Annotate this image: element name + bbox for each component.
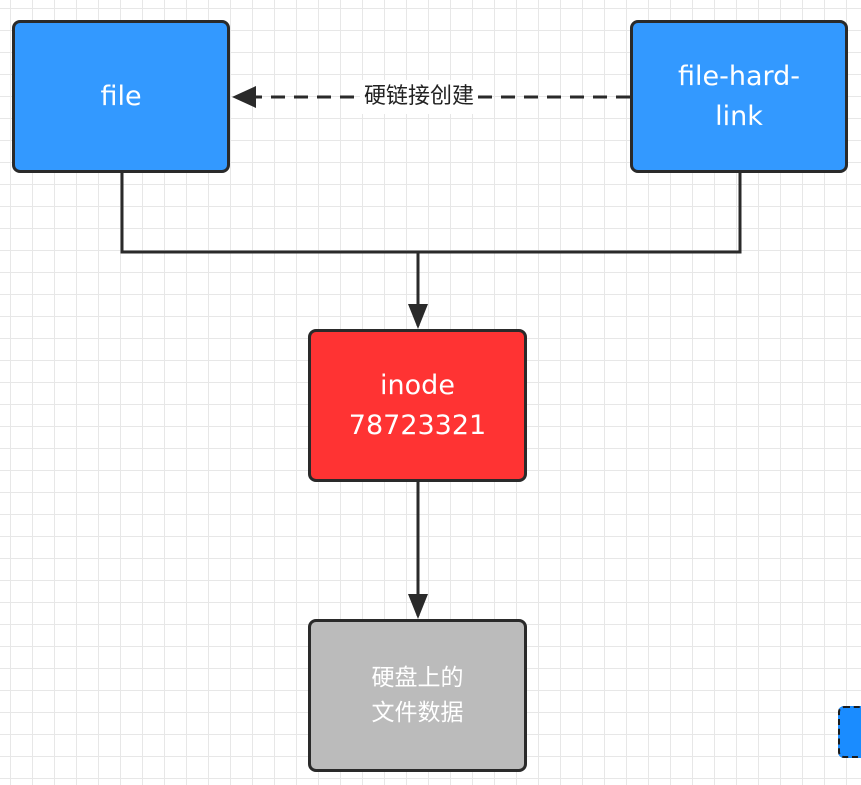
hard-link-node-line-1: file-hard- bbox=[677, 60, 801, 92]
disk-data-node-line-2: 文件数据 bbox=[371, 699, 464, 726]
file-to-inode-connector bbox=[120, 173, 418, 254]
disk-data-node[interactable]: 硬盘上的 文件数据 bbox=[308, 619, 527, 772]
hard-link-edge-arrowhead bbox=[232, 86, 256, 108]
disk-edge-arrowhead bbox=[408, 594, 428, 619]
offscreen-partial-node[interactable] bbox=[838, 706, 861, 758]
hard-link-node-line-2: link bbox=[715, 100, 763, 132]
disk-data-node-line-1: 硬盘上的 bbox=[371, 664, 464, 691]
inode-node-line-1: inode bbox=[380, 369, 455, 401]
hard-link-to-inode-connector bbox=[418, 173, 742, 254]
file-node[interactable]: file bbox=[12, 20, 230, 173]
hard-link-edge-label: 硬链接创建 bbox=[360, 80, 479, 114]
inode-edge-arrowhead bbox=[408, 304, 428, 329]
inode-node-line-2: 78723321 bbox=[348, 409, 487, 441]
file-node-label: file bbox=[100, 80, 142, 112]
hard-link-node[interactable]: file-hard- link bbox=[630, 20, 848, 173]
inode-node[interactable]: inode 78723321 bbox=[308, 329, 527, 482]
